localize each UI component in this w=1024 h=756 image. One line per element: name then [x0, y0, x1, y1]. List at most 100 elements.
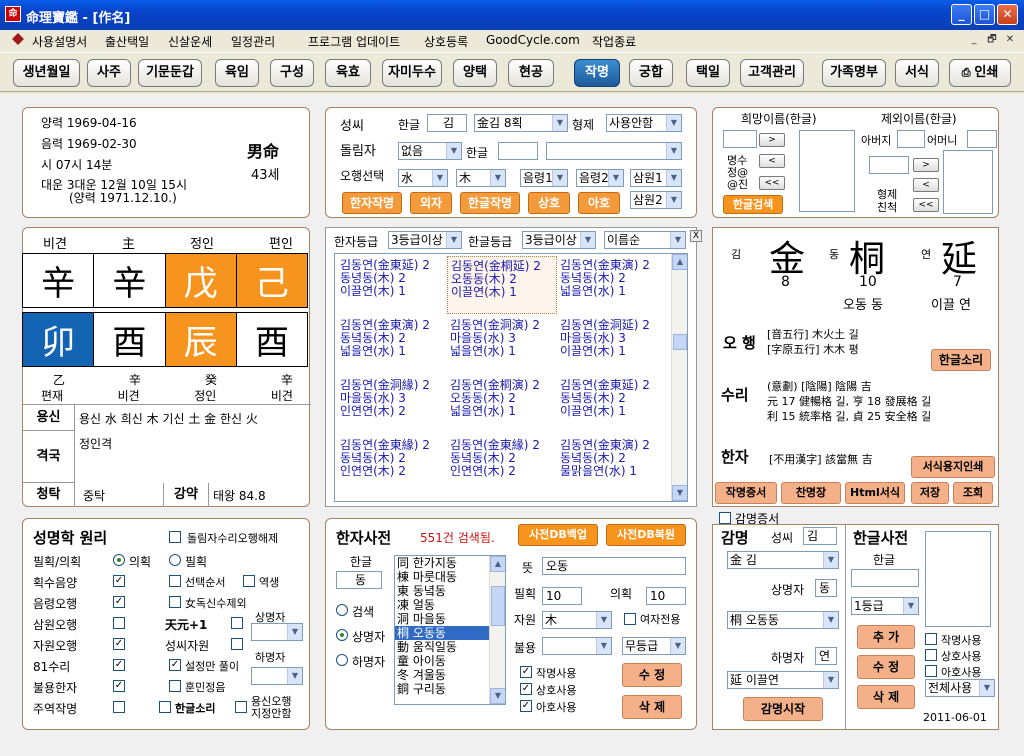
candidate-item[interactable]: 김동연(金東演) 2 동녘동(木) 2 넓을연(水) 1	[557, 256, 667, 314]
dollim-hangul-input[interactable]	[498, 142, 538, 160]
tb-print[interactable]: ⎙ 인쇄	[949, 59, 1011, 87]
candidate-item[interactable]: 김동연(金東演) 2 동녘동(木) 2 물맑을연(水) 1	[557, 436, 667, 494]
candidate-item[interactable]: 김동연(金桐演) 2 오동동(木) 2 넓을연(水) 1	[447, 376, 557, 434]
hyeongje-select[interactable]: 사용안함 ▼	[606, 114, 682, 132]
row-checkbox-2[interactable]	[113, 617, 125, 629]
scroll-up-icon[interactable]: ▲	[672, 254, 687, 270]
hope-all-button[interactable]: <<	[759, 176, 785, 190]
hanja-list-item[interactable]: 同 한가지동	[395, 556, 489, 570]
hd-business-checkbox[interactable]	[925, 649, 937, 661]
row-checkbox-0[interactable]: ✓	[113, 575, 125, 587]
dollim-hanja-select[interactable]: ▼	[546, 142, 682, 160]
candidate-list[interactable]: 김동연(金東延) 2 동녕동(木) 2 이끌연(木) 1 김동연(金桐延) 2 오동동(…	[334, 253, 688, 502]
candidate-item[interactable]: 김동연(金洞演) 2 마을동(水) 3 넓을연(水) 1	[447, 316, 557, 374]
gammyeong-seongssi-input[interactable]: 김	[803, 527, 837, 545]
menu-update[interactable]: 프로그램 업데이트	[308, 33, 400, 50]
app-icon[interactable]: 命	[5, 6, 21, 22]
mdi-close-button[interactable]: ✕	[1002, 33, 1018, 47]
menu-schedule[interactable]: 일정관리	[231, 33, 275, 50]
pilhoek-radio[interactable]	[169, 554, 181, 566]
gammyeong-surname-select[interactable]: 金 김 ▼	[727, 551, 839, 569]
hanja-grade-select[interactable]: 3등급이상 ▼	[388, 231, 462, 249]
gammyeong-cert-checkbox[interactable]	[719, 512, 731, 524]
hangul-grade-dict-select[interactable]: 1등급 ▼	[851, 597, 919, 615]
form-print-button[interactable]: 서식용지인쇄	[911, 456, 995, 478]
eumryeong2-select[interactable]: 음령2 ▼	[576, 169, 624, 187]
female-single-checkbox[interactable]	[169, 596, 181, 608]
tb-form[interactable]: 서식	[895, 59, 939, 87]
lookup-button[interactable]: 조회	[953, 482, 993, 504]
dict-restore-button[interactable]: 사전DB복원	[606, 524, 686, 546]
hangul-dict-list[interactable]	[925, 531, 991, 627]
close-icon[interactable]: X	[690, 230, 702, 242]
mdi-minimize-button[interactable]: _	[966, 33, 982, 47]
hanja-list-item[interactable]: 童 아이동	[395, 654, 489, 668]
surname-hangul-input[interactable]: 김	[427, 114, 467, 132]
dollim-select[interactable]: 없음 ▼	[398, 142, 462, 160]
hangul-edit-button[interactable]: 수 정	[857, 655, 915, 679]
ha-select[interactable]: ▼	[251, 667, 303, 685]
use-business-checkbox[interactable]: ✓	[520, 683, 532, 695]
samwon2-select[interactable]: 삼원2 ▼	[630, 191, 682, 209]
candidate-item[interactable]: 김동연(金東延) 2 동녕동(木) 2 이끌연(木) 1	[337, 256, 447, 314]
uihoek-radio[interactable]	[113, 554, 125, 566]
naming-cert-button[interactable]: 작명증서	[715, 482, 777, 504]
reverse-checkbox[interactable]	[243, 575, 255, 587]
grade-select[interactable]: 무등급 ▼	[622, 637, 686, 655]
hanja-list-item[interactable]: 桐 오동동	[395, 626, 489, 640]
mdi-restore-button[interactable]: 🗗	[984, 33, 1000, 47]
hanja-list-item[interactable]: 棟 마룻대동	[395, 570, 489, 584]
candidate-item[interactable]: 김동연(金桐延) 2 오동동(木) 2 이끌연(木) 1	[447, 256, 557, 314]
hunmin-checkbox[interactable]	[169, 680, 181, 692]
hanja-list[interactable]: 同 한가지동 棟 마룻대동 東 동녘동 凍 얼동 洞 마을동 桐 오동동 動 움직일동 童 아…	[394, 555, 506, 705]
exclude-input[interactable]	[869, 156, 909, 174]
pen-name-button[interactable]: 아호	[578, 192, 620, 214]
tb-gimun[interactable]: 기문둔갑	[138, 59, 202, 87]
meaning-input[interactable]: 오동	[542, 557, 686, 575]
hope-next-button[interactable]: >	[759, 133, 785, 147]
ohaeng2-select[interactable]: 木 ▼	[456, 169, 506, 187]
business-name-button[interactable]: 상호	[528, 192, 570, 214]
bulyong-select[interactable]: ▼	[542, 637, 612, 655]
candidate-item[interactable]: 김동연(金洞緣) 2 마을동(水) 3 인연연(木) 2	[337, 376, 447, 434]
menu-fortune[interactable]: 신살운세	[168, 33, 212, 50]
hangul-naming-button[interactable]: 한글작명	[460, 192, 520, 214]
maximize-button[interactable]: □	[974, 4, 995, 25]
scroll-down-icon[interactable]: ▼	[490, 688, 505, 704]
uihoek-input[interactable]: 10	[646, 587, 686, 605]
save-button[interactable]: 저장	[911, 482, 949, 504]
menu-manual[interactable]: 사용설명서	[32, 33, 87, 50]
scroll-thumb[interactable]	[491, 586, 505, 626]
gammyeong-ha-select[interactable]: 延 이끌연 ▼	[727, 671, 839, 689]
row-checkbox-3[interactable]: ✓	[113, 638, 125, 650]
hanja-list-item[interactable]: 東 동녘동	[395, 584, 489, 598]
ha-radio[interactable]	[336, 654, 348, 666]
exclude-all-button[interactable]: <<	[913, 198, 939, 212]
exclude-prev-button[interactable]: <	[913, 178, 939, 192]
eumryeong1-select[interactable]: 음령1 ▼	[520, 169, 568, 187]
exclude-next-button[interactable]: >	[913, 158, 939, 172]
menu-birth-date[interactable]: 출산택일	[105, 33, 149, 50]
tb-yukhyo[interactable]: 육효	[325, 59, 371, 87]
gammyeong-sang-input[interactable]: 동	[815, 579, 837, 597]
scroll-up-icon[interactable]: ▲	[490, 556, 505, 572]
html-form-button[interactable]: Html서식	[845, 482, 905, 504]
samwon1-select[interactable]: 삼원1 ▼	[630, 169, 682, 187]
hanja-list-item[interactable]: 動 움직일동	[395, 640, 489, 654]
hanja-list-item[interactable]: 冬 겨울동	[395, 668, 489, 682]
hope-prev-button[interactable]: <	[759, 154, 785, 168]
seongssi-jawon-checkbox[interactable]	[231, 638, 243, 650]
hangul-dict-input[interactable]	[851, 569, 919, 587]
hanja-naming-button[interactable]: 한자작명	[342, 192, 402, 214]
hangul-grade-select[interactable]: 3등급이상 ▼	[522, 231, 596, 249]
sang-select[interactable]: ▼	[251, 623, 303, 641]
hangul-add-button[interactable]: 추 가	[857, 625, 915, 649]
tb-birthday[interactable]: 생년월일	[13, 59, 80, 87]
tb-taekil[interactable]: 택일	[686, 59, 730, 87]
surname-hanja-select[interactable]: 金김 8획 ▼	[474, 114, 568, 132]
pilhoek-input[interactable]: 10	[542, 587, 582, 605]
hd-all-select[interactable]: 전체사용 ▼	[925, 679, 995, 697]
use-penname-checkbox[interactable]: ✓	[520, 700, 532, 712]
dict-edit-button[interactable]: 수 정	[622, 663, 682, 687]
tb-family[interactable]: 가족명부	[822, 59, 886, 87]
